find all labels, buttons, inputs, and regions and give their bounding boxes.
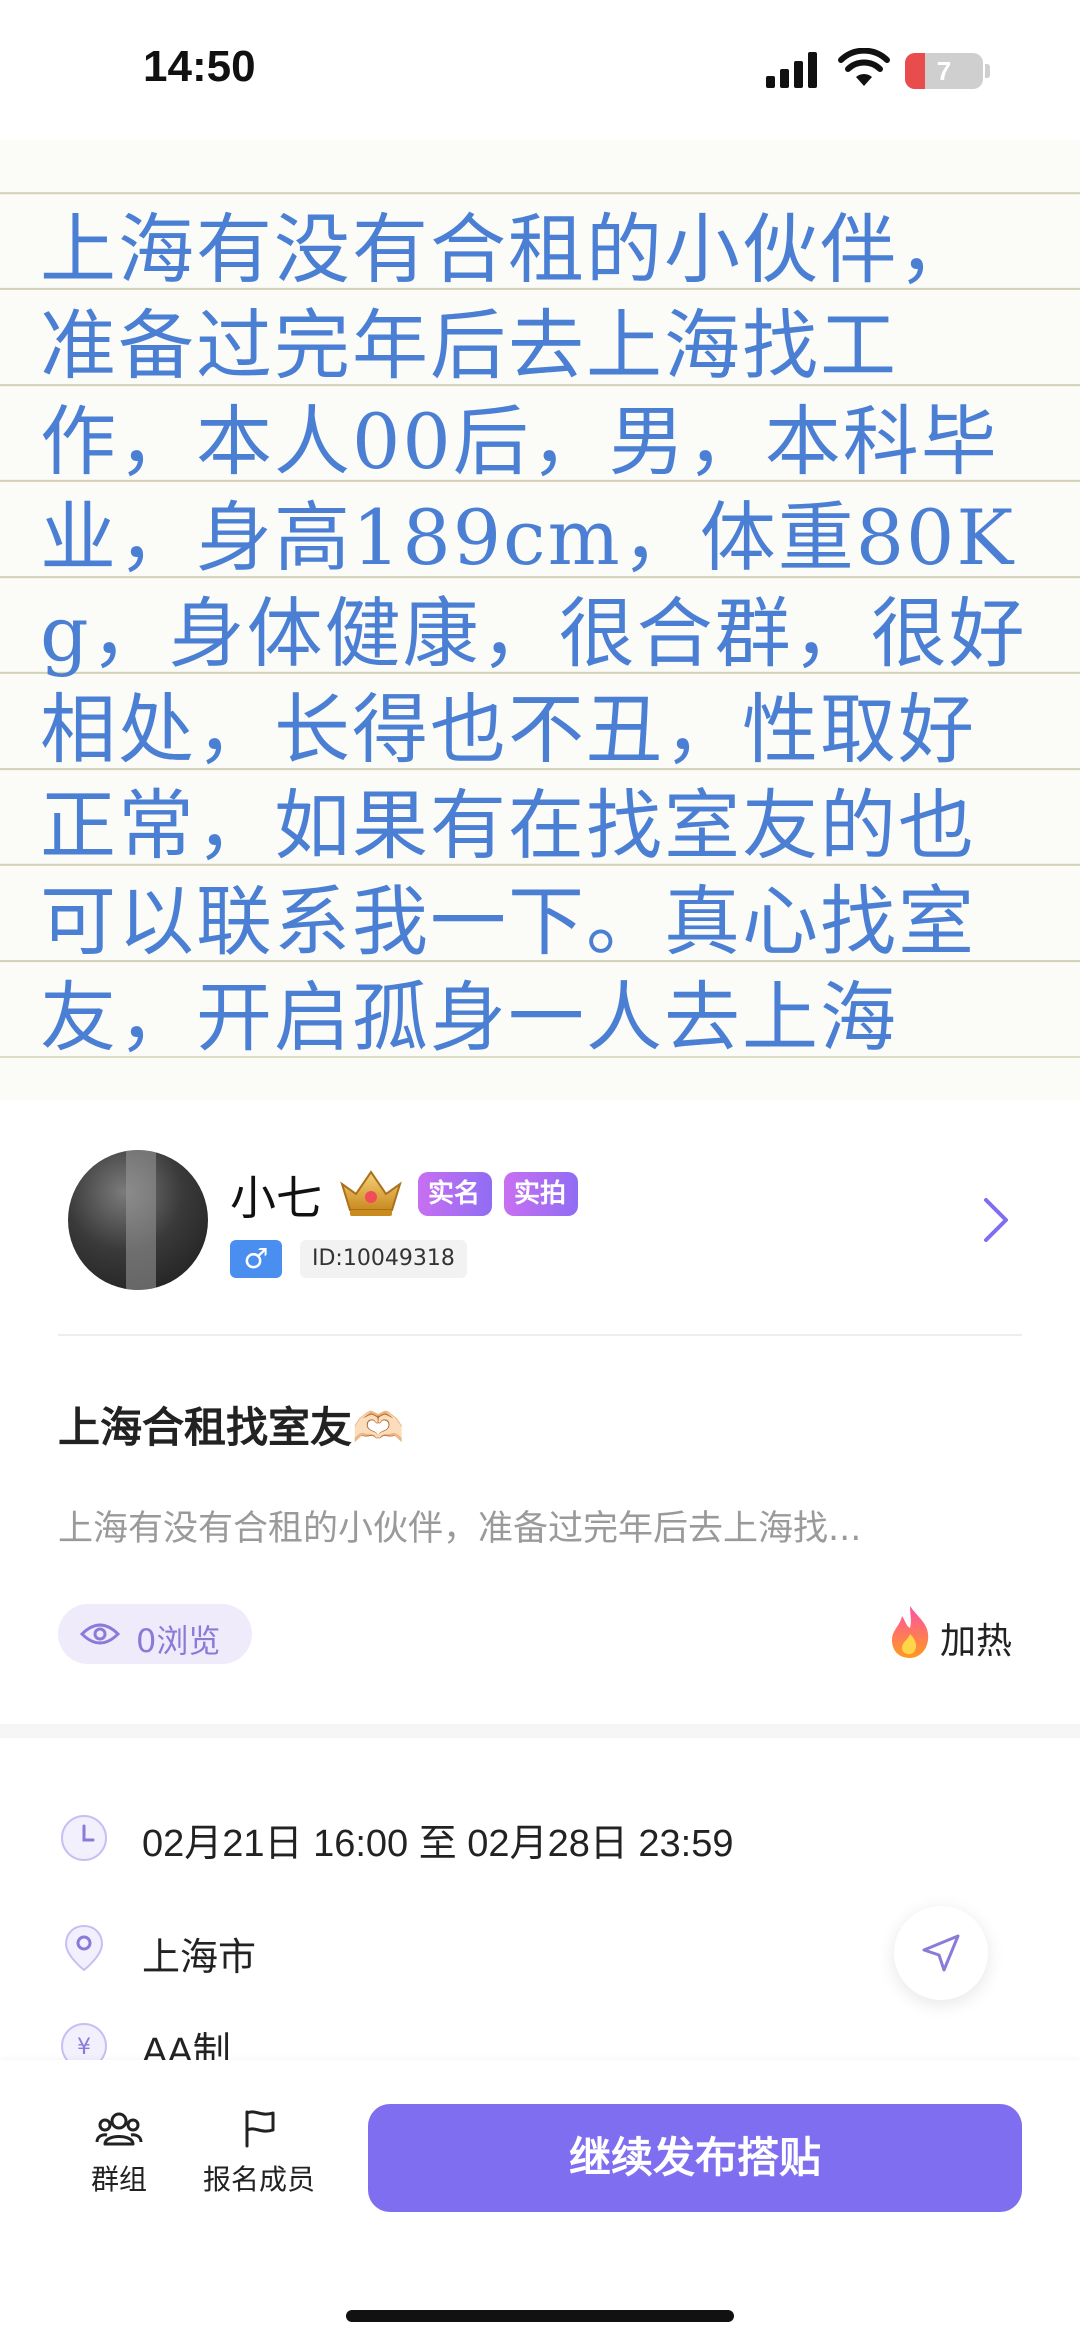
crown-badge-icon xyxy=(340,1170,402,1216)
home-indicator xyxy=(346,2310,734,2322)
battery-tip xyxy=(985,64,990,78)
username: 小七 xyxy=(230,1171,322,1225)
chevron-right-icon[interactable] xyxy=(980,1196,1010,1244)
continue-post-button[interactable]: 继续发布搭贴 xyxy=(368,2104,1022,2212)
group-icon xyxy=(95,2112,143,2146)
event-location: 上海市 xyxy=(142,1937,257,1979)
avatar[interactable] xyxy=(68,1150,208,1290)
clock-icon xyxy=(61,1815,107,1861)
cellular-signal-icon xyxy=(766,52,817,88)
group-label: 群组 xyxy=(90,2163,147,2196)
views-badge: 0浏览 xyxy=(58,1604,252,1664)
views-count: 0浏览 xyxy=(136,1622,221,1660)
post-image[interactable]: 上海有没有合租的小伙伴，准备过完年后去上海找工作，本人00后，男，本科毕业，身高… xyxy=(0,60,1080,1100)
cost-icon: ¥ xyxy=(61,2023,107,2060)
boost-label: 加热 xyxy=(940,1621,1013,1662)
flame-icon xyxy=(892,1606,929,1658)
members-button[interactable]: 报名成员 xyxy=(196,2108,322,2198)
event-time-range: 02月21日 16:00 至 02月28日 23:59 xyxy=(142,1823,734,1865)
eye-icon xyxy=(80,1623,120,1645)
divider xyxy=(58,1334,1022,1336)
navigation-arrow-icon xyxy=(922,1934,960,1972)
event-cost: AA制 xyxy=(142,2031,231,2060)
handwritten-note-text: 上海有没有合租的小伙伴，准备过完年后去上海找工作，本人00后，男，本科毕业，身高… xyxy=(40,205,1027,1062)
status-time: 14:50 xyxy=(143,42,256,91)
post-description: 上海有没有合租的小伙伴，准备过完年后去上海找... xyxy=(58,1509,862,1549)
flag-icon xyxy=(245,2110,275,2148)
battery-icon: 7 xyxy=(905,53,983,89)
section-separator xyxy=(0,1724,1080,1738)
wifi-icon xyxy=(838,48,890,86)
user-id: ID:10049318 xyxy=(300,1240,467,1278)
battery-percentage: 7 xyxy=(936,56,952,86)
navigate-button[interactable] xyxy=(894,1906,988,2000)
cost-row: ¥ AA制 xyxy=(58,2020,658,2060)
post-title: 上海合租找室友🫶🏻 xyxy=(58,1403,405,1452)
group-button[interactable]: 群组 xyxy=(82,2108,156,2198)
verified-name-tag: 实名 xyxy=(418,1172,492,1216)
real-photo-tag: 实拍 xyxy=(504,1172,578,1216)
gender-male-icon: ♂ xyxy=(230,1240,282,1278)
members-label: 报名成员 xyxy=(202,2163,315,2196)
location-pin-icon xyxy=(64,1924,104,1972)
status-bar: 14:50 7 xyxy=(0,0,1080,140)
svg-text:¥: ¥ xyxy=(77,2035,91,2060)
